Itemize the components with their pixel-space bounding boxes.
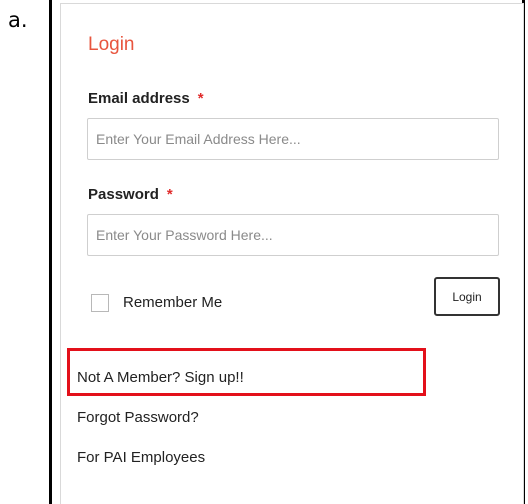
password-label: Password * xyxy=(88,186,173,203)
remember-me-checkbox[interactable] xyxy=(91,294,109,312)
password-required-mark: * xyxy=(166,186,173,203)
remember-me-label[interactable]: Remember Me xyxy=(123,294,222,311)
highlight-box xyxy=(67,348,426,396)
password-label-text: Password xyxy=(88,186,159,203)
email-input[interactable] xyxy=(87,118,499,160)
pai-employees-link[interactable]: For PAI Employees xyxy=(77,449,205,466)
forgot-password-link[interactable]: Forgot Password? xyxy=(77,409,199,426)
login-title: Login xyxy=(88,34,135,55)
email-label: Email address * xyxy=(88,90,204,107)
email-label-text: Email address xyxy=(88,90,190,107)
email-required-mark: * xyxy=(197,90,204,107)
password-input[interactable] xyxy=(87,214,499,256)
login-button[interactable]: Login xyxy=(434,277,500,316)
figure-label: a. xyxy=(8,8,28,32)
